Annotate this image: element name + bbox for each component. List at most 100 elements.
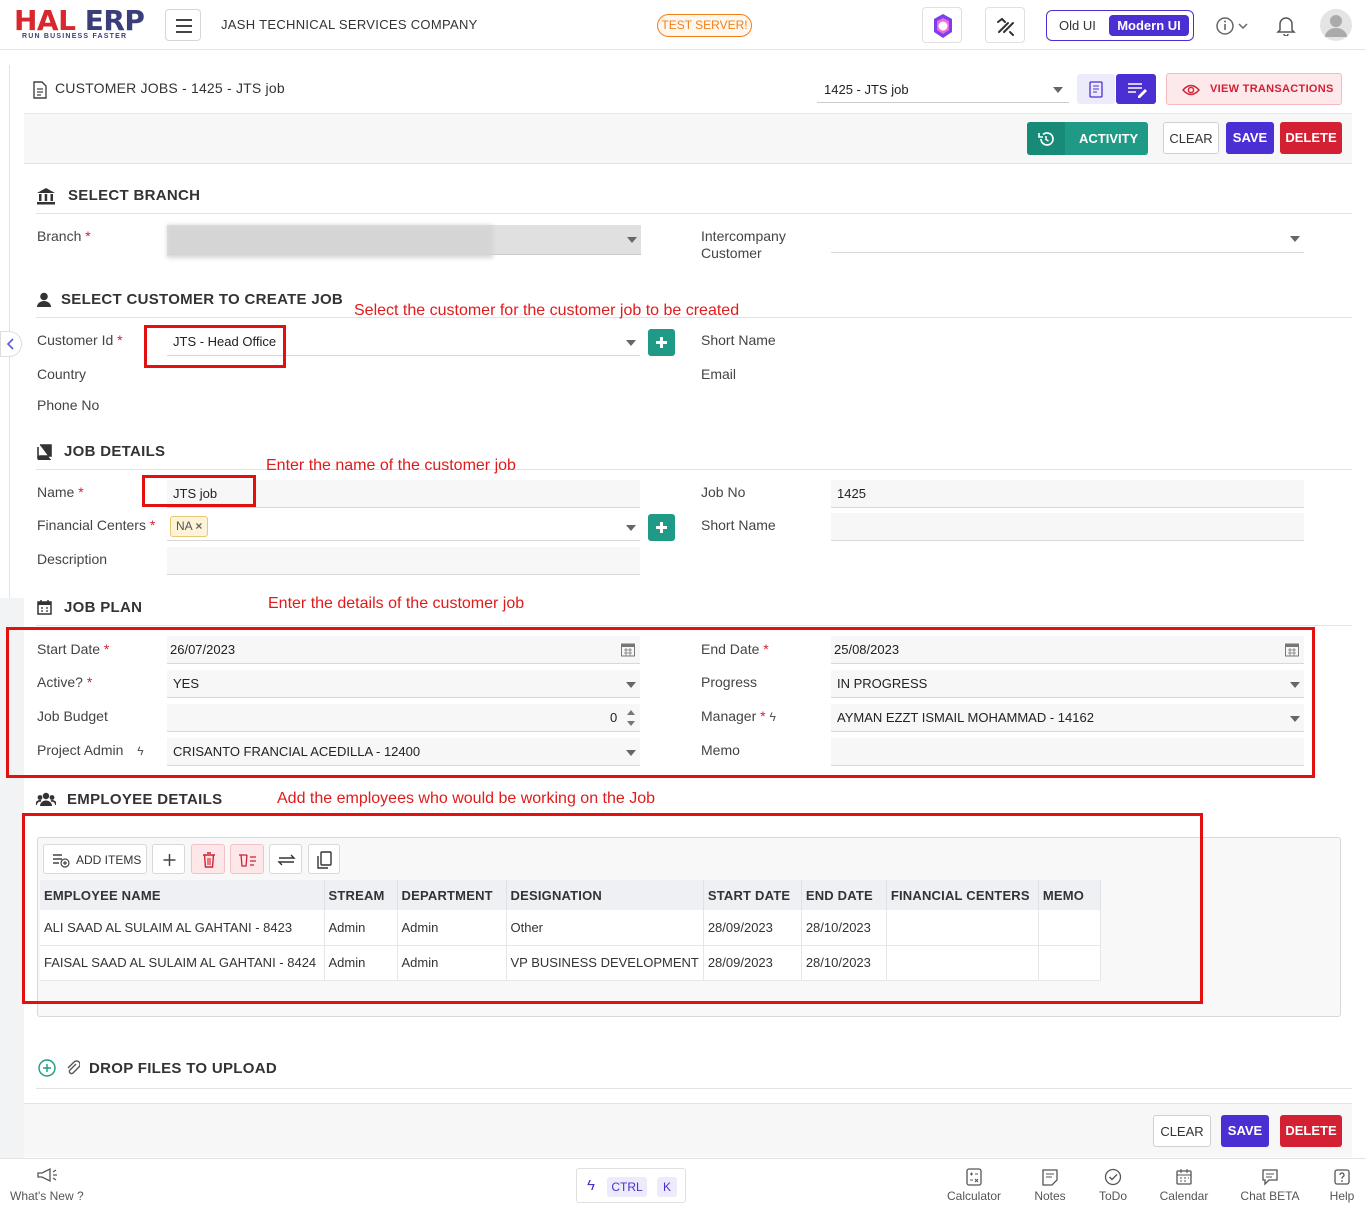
- notes-icon: [1042, 1169, 1058, 1186]
- calculator-button[interactable]: Calculator: [944, 1168, 1004, 1203]
- user-icon: [37, 292, 51, 307]
- calendar-icon: [1176, 1169, 1192, 1185]
- todo-label: ToDo: [1098, 1189, 1127, 1203]
- k-key: K: [657, 1177, 677, 1197]
- calendar-button[interactable]: Calendar: [1156, 1168, 1212, 1203]
- form-header: CUSTOMER JOBS - 1425 - JTS job 1425 - JT…: [24, 65, 1352, 114]
- activity-label: ACTIVITY: [1079, 131, 1139, 146]
- financial-centers-select[interactable]: NA ×: [167, 513, 640, 541]
- financial-center-tag[interactable]: NA ×: [170, 516, 209, 537]
- chat-icon: [1262, 1169, 1278, 1186]
- ui-switch[interactable]: Old UI Modern UI: [1046, 10, 1194, 41]
- annotation-name: Enter the name of the customer job: [266, 457, 516, 474]
- help-button[interactable]: Help: [1326, 1168, 1358, 1203]
- annotation-customer: Select the customer for the customer job…: [354, 302, 740, 319]
- divider: [36, 625, 1352, 626]
- user-avatar[interactable]: [1320, 9, 1352, 41]
- job-no-label: Job No: [701, 484, 746, 500]
- tools-icon: [997, 17, 1014, 36]
- job-short-name-label: Short Name: [701, 517, 776, 533]
- annotation-box-employees: [22, 813, 1203, 1004]
- calculator-icon: [966, 1168, 982, 1186]
- divider: [36, 1088, 1352, 1089]
- job-no-field: 1425: [831, 480, 1304, 508]
- calendar-label: Calendar: [1159, 1189, 1209, 1203]
- annotation-employees: Add the employees who would be working o…: [277, 790, 656, 807]
- edit-view-button[interactable]: [1116, 74, 1156, 104]
- financial-centers-label: Financial Centers *: [37, 517, 156, 533]
- paperclip-icon: [67, 1060, 80, 1075]
- bank-icon: [37, 188, 55, 205]
- section-title-branch: SELECT BRANCH: [68, 187, 201, 204]
- sidebar-expand-button[interactable]: [0, 331, 22, 357]
- form-view-button[interactable]: [1077, 74, 1115, 104]
- annotation-box-plan: [6, 627, 1315, 778]
- annotation-plan: Enter the details of the customer job: [268, 595, 525, 612]
- old-ui-option[interactable]: Old UI: [1059, 18, 1096, 33]
- todo-button[interactable]: ToDo: [1094, 1168, 1132, 1203]
- action-toolbar: ACTIVITY CLEAR SAVE DELETE: [24, 114, 1352, 164]
- footer-save-button[interactable]: SAVE: [1221, 1115, 1269, 1147]
- bottom-bar: What's New ? ϟ CTRL K Calculator Notes T…: [0, 1158, 1366, 1213]
- country-label: Country: [37, 366, 87, 382]
- activity-button[interactable]: ACTIVITY: [1027, 122, 1148, 155]
- add-financial-center-button[interactable]: [648, 514, 675, 541]
- record-select[interactable]: 1425 - JTS job: [817, 75, 1069, 103]
- menu-toggle-button[interactable]: [165, 9, 201, 41]
- logo-tagline: RUN BUSINESS FASTER: [22, 33, 128, 40]
- notes-label: Notes: [1034, 1189, 1066, 1203]
- users-icon: [36, 792, 56, 806]
- add-customer-button[interactable]: [648, 329, 675, 356]
- save-button[interactable]: SAVE: [1226, 122, 1274, 154]
- remove-tag-icon[interactable]: ×: [195, 519, 202, 533]
- tools-button[interactable]: [985, 7, 1025, 43]
- modern-ui-option[interactable]: Modern UI: [1109, 15, 1189, 36]
- chevron-down-icon: [626, 340, 636, 346]
- description-input[interactable]: [167, 547, 640, 575]
- ai-assistant-button[interactable]: [922, 7, 962, 43]
- chevron-down-icon: [627, 237, 637, 243]
- chat-label: Chat BETA: [1240, 1189, 1300, 1203]
- job-name-label: Name *: [37, 484, 84, 500]
- notes-button[interactable]: Notes: [1030, 1168, 1070, 1203]
- section-title-customer: SELECT CUSTOMER TO CREATE JOB: [61, 291, 344, 308]
- divider: [36, 213, 1352, 214]
- phone-label: Phone No: [37, 397, 100, 413]
- chat-button[interactable]: Chat BETA: [1238, 1168, 1302, 1203]
- clear-button[interactable]: CLEAR: [1163, 122, 1219, 154]
- calendar-icon: [37, 600, 52, 615]
- section-title-job-details: JOB DETAILS: [64, 443, 166, 460]
- customer-short-name-label: Short Name: [701, 332, 776, 348]
- branch-label: Branch *: [37, 228, 91, 244]
- calculator-label: Calculator: [946, 1189, 1002, 1203]
- app-logo[interactable]: HAL ERP: [14, 6, 145, 36]
- view-transactions-label: VIEW TRANSACTIONS: [1210, 83, 1334, 95]
- add-circle-icon[interactable]: [38, 1059, 56, 1077]
- footer-clear-button[interactable]: CLEAR: [1153, 1115, 1211, 1147]
- history-icon: [1038, 132, 1054, 146]
- section-title-employees: EMPLOYEE DETAILS: [67, 791, 223, 808]
- drop-files-title[interactable]: DROP FILES TO UPLOAD: [89, 1060, 277, 1077]
- lightning-icon: ϟ: [587, 1177, 595, 1194]
- ctrl-key: CTRL: [607, 1177, 647, 1197]
- chevron-left-icon: [6, 338, 14, 350]
- job-short-name-input[interactable]: [831, 513, 1304, 541]
- description-label: Description: [37, 551, 108, 567]
- annotation-box-name: [142, 475, 256, 507]
- megaphone-icon: [37, 1167, 57, 1183]
- help-label: Help: [1329, 1189, 1355, 1203]
- customer-id-label: Customer Id *: [37, 332, 123, 348]
- notifications-button[interactable]: [1276, 14, 1296, 36]
- assistant-icon: [934, 14, 952, 38]
- delete-button[interactable]: DELETE: [1280, 122, 1342, 154]
- view-transactions-button[interactable]: VIEW TRANSACTIONS: [1166, 73, 1342, 105]
- command-palette-button[interactable]: ϟ CTRL K: [576, 1168, 686, 1203]
- info-menu[interactable]: [1214, 15, 1250, 37]
- intercompany-customer-label: Intercompany Customer: [701, 228, 786, 261]
- footer-delete-button[interactable]: DELETE: [1280, 1115, 1342, 1147]
- branch-select[interactable]: [167, 225, 641, 258]
- section-title-job-plan: JOB PLAN: [64, 599, 143, 616]
- intercompany-customer-select[interactable]: [831, 225, 1304, 253]
- company-name: JASH TECHNICAL SERVICES COMPANY: [221, 17, 478, 32]
- whats-new-button[interactable]: What's New ?: [10, 1167, 84, 1203]
